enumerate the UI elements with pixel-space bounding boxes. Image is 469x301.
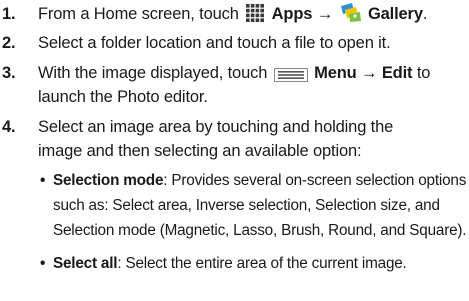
gallery-icon <box>340 2 362 30</box>
step-4-line-2: image and then selecting an available op… <box>38 142 362 160</box>
step-3-text-start: With the image displayed, touch <box>38 64 268 82</box>
bullet-term: Select all <box>53 255 118 272</box>
step-1-text-start: From a Home screen, touch <box>38 5 239 23</box>
bullet-dot: • <box>40 255 46 272</box>
bullet-line-3: Selection mode (Magnetic, Lasso, Brush, … <box>53 222 467 239</box>
bullet-text: Select the entire area of the current im… <box>125 255 407 272</box>
edit-label: Edit <box>381 64 413 82</box>
apps-label: Apps <box>271 5 313 23</box>
gallery-label: Gallery <box>367 5 423 23</box>
bullet-colon: : <box>163 172 168 189</box>
step-1-period: . <box>422 5 428 23</box>
step-number: 4. <box>2 118 16 136</box>
arrow-glyph: → <box>316 5 334 23</box>
step-text: Select a folder location and touch a fil… <box>38 34 391 52</box>
bullet-line: Selection mode: Provides several on-scre… <box>53 168 466 193</box>
bullet-term: Selection mode <box>53 172 164 189</box>
bullet-colon: : <box>117 255 122 272</box>
bullet-text: Provides several on-screen selection opt… <box>171 172 467 189</box>
menu-key-icon <box>273 65 308 89</box>
step-number: 1. <box>2 5 16 23</box>
step-4-line-1: Select an image area by touching and hol… <box>38 118 394 136</box>
step-3-text-end: to <box>416 64 431 82</box>
step-text: From a Home screen, touch Apps → Gallery… <box>38 2 427 30</box>
apps-grid-icon <box>245 3 266 30</box>
manual-page: 1. From a Home screen, touch Apps → Gall… <box>0 0 469 301</box>
bullet-line-2: such as: Select area, Inverse selection,… <box>53 197 440 214</box>
menu-label: Menu <box>314 64 357 82</box>
step-number: 3. <box>2 64 16 82</box>
step-number: 2. <box>2 34 16 52</box>
bullet-dot: • <box>40 172 46 189</box>
bullet-line: Select all: Select the entire area of th… <box>53 251 407 276</box>
arrow-glyph: → <box>361 64 378 82</box>
step-3-line-2: launch the Photo editor. <box>38 88 208 106</box>
